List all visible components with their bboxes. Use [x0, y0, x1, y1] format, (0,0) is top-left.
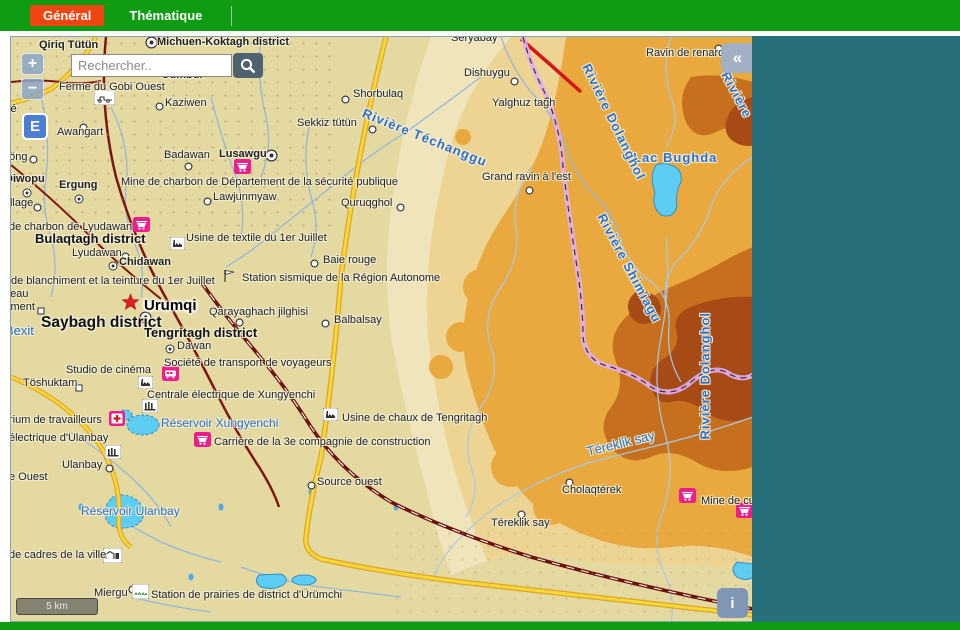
- tab-thematique[interactable]: Thématique: [116, 5, 215, 26]
- scale-bar: 5 km: [16, 598, 98, 615]
- tab-divider: [231, 6, 232, 26]
- map-terrain: [11, 37, 753, 621]
- top-tab-bar: Général Thématique: [0, 0, 960, 31]
- zoom-out-button[interactable]: −: [21, 78, 44, 100]
- map-application: Général Thématique: [0, 0, 960, 630]
- zoom-in-button[interactable]: +: [21, 53, 44, 75]
- scale-label: 5 km: [46, 601, 68, 612]
- search-icon: [239, 57, 257, 75]
- legend-panel: Légende Système hydrique RivièreRivière …: [752, 36, 960, 622]
- search-input[interactable]: [71, 54, 232, 77]
- info-button[interactable]: i: [717, 588, 748, 618]
- collapse-panel-button[interactable]: «: [721, 43, 754, 73]
- extent-button[interactable]: E: [22, 113, 48, 140]
- search-button[interactable]: [233, 53, 263, 78]
- bottom-bar: [0, 622, 960, 630]
- tab-general[interactable]: Général: [30, 5, 104, 26]
- map-viewport[interactable]: Qiriq TütünMichuen-Koktagh districtSerya…: [10, 36, 754, 622]
